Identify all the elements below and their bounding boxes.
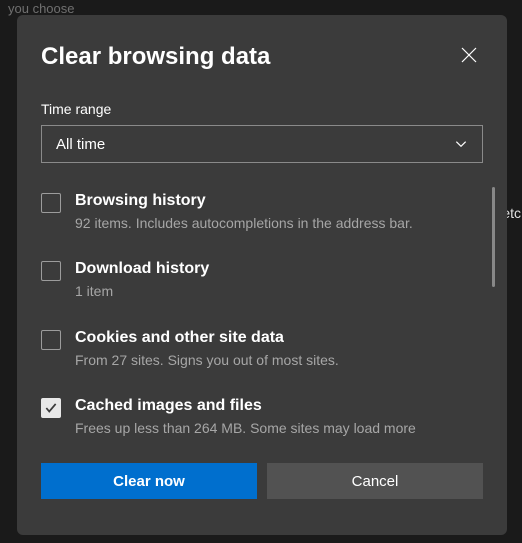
- close-button[interactable]: [451, 37, 487, 73]
- options-list: Browsing history 92 items. Includes auto…: [17, 185, 507, 455]
- cancel-button[interactable]: Cancel: [267, 463, 483, 499]
- option-title: Cached images and files: [75, 396, 483, 417]
- option-desc: 92 items. Includes autocompletions in th…: [75, 214, 483, 234]
- option-browsing-history: Browsing history 92 items. Includes auto…: [41, 191, 483, 259]
- clear-browsing-data-dialog: Clear browsing data Time range All time …: [17, 15, 507, 535]
- option-download-history: Download history 1 item: [41, 259, 483, 327]
- checkbox-browsing-history[interactable]: [41, 193, 61, 213]
- option-text: Cached images and files Frees up less th…: [75, 396, 483, 438]
- option-title: Browsing history: [75, 191, 483, 212]
- close-icon: [461, 47, 477, 63]
- checkbox-download-history[interactable]: [41, 261, 61, 281]
- option-text: Cookies and other site data From 27 site…: [75, 328, 483, 370]
- time-range-label: Time range: [17, 73, 507, 125]
- option-title: Cookies and other site data: [75, 328, 483, 349]
- option-desc: 1 item: [75, 282, 483, 302]
- checkbox-cookies-site-data[interactable]: [41, 330, 61, 350]
- dialog-title: Clear browsing data: [41, 43, 270, 71]
- scrollbar[interactable]: [492, 187, 495, 287]
- option-cookies-site-data: Cookies and other site data From 27 site…: [41, 328, 483, 396]
- time-range-value: All time: [56, 136, 105, 153]
- option-desc: Frees up less than 264 MB. Some sites ma…: [75, 419, 483, 439]
- option-desc: From 27 sites. Signs you out of most sit…: [75, 351, 483, 371]
- option-title: Download history: [75, 259, 483, 280]
- dialog-header: Clear browsing data: [17, 15, 507, 73]
- time-range-select[interactable]: All time: [41, 125, 483, 163]
- option-text: Browsing history 92 items. Includes auto…: [75, 191, 483, 233]
- option-cached-images-files: Cached images and files Frees up less th…: [41, 396, 483, 455]
- dialog-actions: Clear now Cancel: [17, 455, 507, 499]
- chevron-down-icon: [454, 137, 468, 151]
- checkbox-cached-images-files[interactable]: [41, 398, 61, 418]
- option-text: Download history 1 item: [75, 259, 483, 301]
- background-partial-text: you choose: [8, 1, 75, 16]
- clear-now-button[interactable]: Clear now: [41, 463, 257, 499]
